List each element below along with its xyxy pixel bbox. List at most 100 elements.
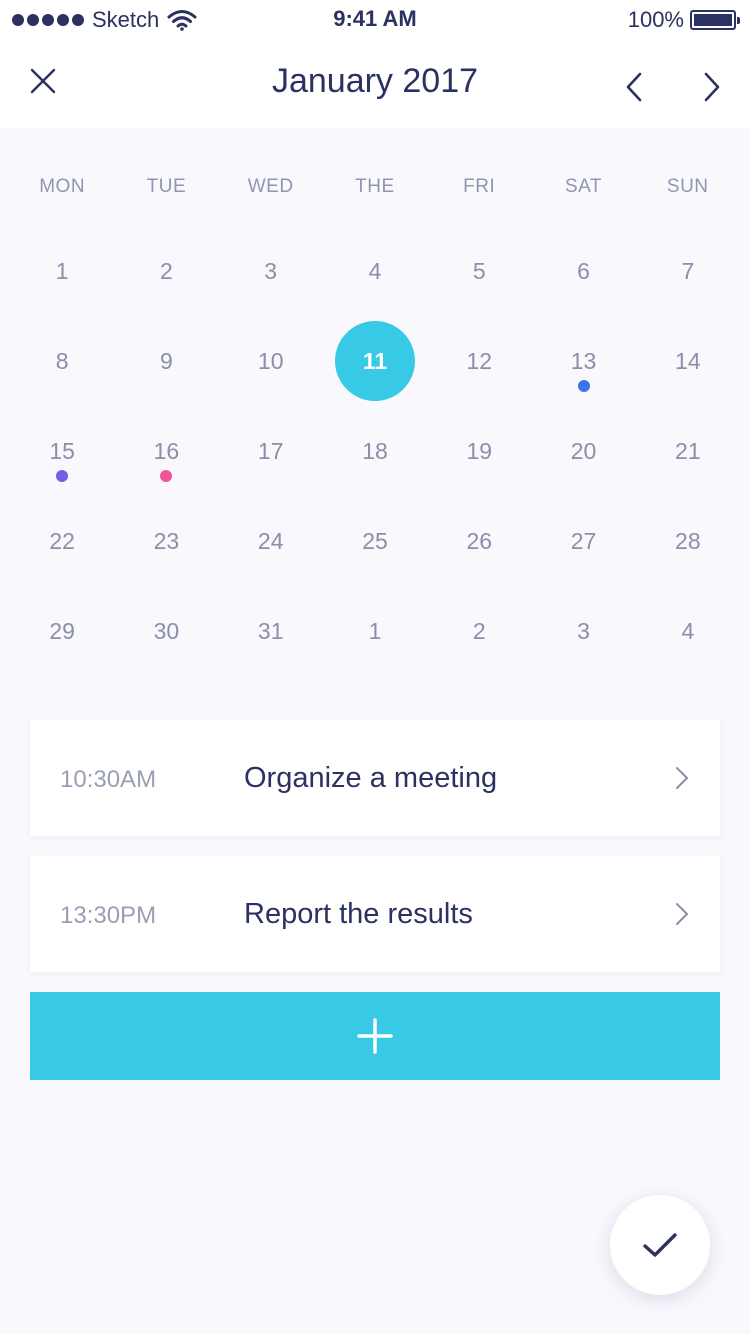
chevron-right-icon[interactable] <box>696 68 726 106</box>
calendar-day[interactable]: 10 <box>219 316 323 406</box>
day-number: 26 <box>466 527 493 554</box>
event-time: 13:30PM <box>60 902 157 929</box>
day-number: 1 <box>368 617 382 644</box>
day-number: 14 <box>675 347 701 374</box>
event-title: Organize a meeting <box>244 762 498 794</box>
day-number: 28 <box>675 527 701 554</box>
day-number: 4 <box>368 257 382 284</box>
calendar-day[interactable]: 27 <box>531 496 635 586</box>
day-number: 2 <box>472 617 486 644</box>
event-item[interactable]: 10:30AM Organize a meeting <box>30 720 720 836</box>
day-number: 11 <box>334 321 415 401</box>
weekday-label: WED <box>247 176 294 197</box>
day-number: 5 <box>472 257 486 284</box>
chevron-right-icon <box>676 767 688 789</box>
event-marker-dot <box>56 470 69 482</box>
day-number: 2 <box>160 257 173 284</box>
calendar-day[interactable]: 2 <box>114 226 218 316</box>
calendar-day[interactable]: 17 <box>219 406 323 496</box>
calendar-day[interactable]: 24 <box>219 496 323 586</box>
calendar-day[interactable]: 19 <box>427 406 531 496</box>
day-number: 7 <box>681 257 695 284</box>
day-number: 19 <box>466 437 493 464</box>
event-marker-dot <box>577 380 590 392</box>
event-marker-dot <box>160 470 173 482</box>
calendar-day[interactable]: 26 <box>427 496 531 586</box>
day-number: 3 <box>264 257 278 284</box>
day-number: 25 <box>362 527 388 554</box>
weekday-label: MON <box>39 176 86 197</box>
calendar-grid: 1 2 3 4 5 6 7 8 9 10 11 12 13 14 15 16 17 18 19 20 21 22 23 24 2… <box>10 226 740 676</box>
calendar-day[interactable]: 5 <box>427 226 531 316</box>
day-number: 18 <box>362 437 388 464</box>
calendar-day[interactable]: 20 <box>531 406 635 496</box>
status-bar-right: 100% <box>627 6 740 34</box>
chevron-left-icon[interactable] <box>620 68 650 106</box>
battery-icon <box>690 10 740 30</box>
weekday-label: SUN <box>666 176 709 197</box>
event-time: 10:30AM <box>60 766 157 793</box>
chevron-right-icon <box>676 903 688 925</box>
calendar-day[interactable]: 4 <box>323 226 427 316</box>
day-number: 27 <box>570 527 597 554</box>
calendar-day[interactable]: 31 <box>219 586 323 676</box>
status-bar: Sketch 9:41 AM 100% <box>0 0 750 40</box>
day-number: 3 <box>577 617 590 644</box>
day-number: 9 <box>160 347 173 374</box>
event-title: Report the results <box>244 898 473 930</box>
day-number: 20 <box>570 437 597 464</box>
calendar-day[interactable]: 14 <box>636 316 740 406</box>
calendar-day[interactable]: 6 <box>531 226 635 316</box>
add-event-button[interactable] <box>30 992 720 1080</box>
calendar-day[interactable]: 16 <box>114 406 218 496</box>
day-number: 8 <box>55 347 69 374</box>
weekday-label: SAT <box>564 176 602 197</box>
day-number: 12 <box>466 347 493 374</box>
plus-icon <box>357 1018 393 1054</box>
navigation-bar: January 2017 <box>0 40 750 128</box>
day-number: 30 <box>153 617 180 644</box>
battery-percentage: 100% <box>627 7 684 32</box>
calendar-day[interactable]: 3 <box>531 586 635 676</box>
calendar-day[interactable]: 25 <box>323 496 427 586</box>
calendar-day[interactable]: 12 <box>427 316 531 406</box>
calendar-day[interactable]: 18 <box>323 406 427 496</box>
calendar-day[interactable]: 30 <box>114 586 218 676</box>
day-number: 4 <box>681 617 695 644</box>
calendar-day[interactable]: 7 <box>636 226 740 316</box>
calendar-day[interactable]: 9 <box>114 316 218 406</box>
calendar-day[interactable]: 23 <box>114 496 218 586</box>
event-item[interactable]: 13:30PM Report the results <box>30 856 720 972</box>
day-number: 17 <box>257 437 284 464</box>
calendar-day[interactable]: 13 <box>531 316 635 406</box>
day-number: 1 <box>55 257 69 284</box>
calendar-day[interactable]: 21 <box>636 406 740 496</box>
weekday-label: FRI <box>463 176 496 197</box>
calendar-day[interactable]: 8 <box>10 316 114 406</box>
day-number: 15 <box>49 437 75 464</box>
day-number: 29 <box>49 617 75 644</box>
check-icon <box>643 1233 677 1257</box>
calendar-day[interactable]: 1 <box>323 586 427 676</box>
calendar-day[interactable]: 3 <box>219 226 323 316</box>
calendar-day[interactable]: 28 <box>636 496 740 586</box>
day-number: 31 <box>257 617 284 644</box>
calendar-day-selected[interactable]: 11 <box>323 316 427 406</box>
calendar-day[interactable]: 2 <box>427 586 531 676</box>
day-number: 16 <box>153 437 180 464</box>
calendar-day[interactable]: 29 <box>10 586 114 676</box>
day-number: 6 <box>577 257 590 284</box>
confirm-button[interactable] <box>610 1195 710 1295</box>
day-number: 22 <box>49 527 75 554</box>
calendar-day[interactable]: 22 <box>10 496 114 586</box>
weekday-header: MON TUE WED THE FRI SAT SUN <box>10 176 740 198</box>
day-number: 24 <box>257 527 284 554</box>
day-number: 23 <box>153 527 180 554</box>
weekday-label: TUE <box>146 176 187 197</box>
weekday-label: THE <box>355 176 395 197</box>
day-number: 10 <box>257 347 284 374</box>
day-number: 13 <box>570 347 597 374</box>
calendar-day[interactable]: 15 <box>10 406 114 496</box>
calendar-day[interactable]: 1 <box>10 226 114 316</box>
calendar-day[interactable]: 4 <box>636 586 740 676</box>
